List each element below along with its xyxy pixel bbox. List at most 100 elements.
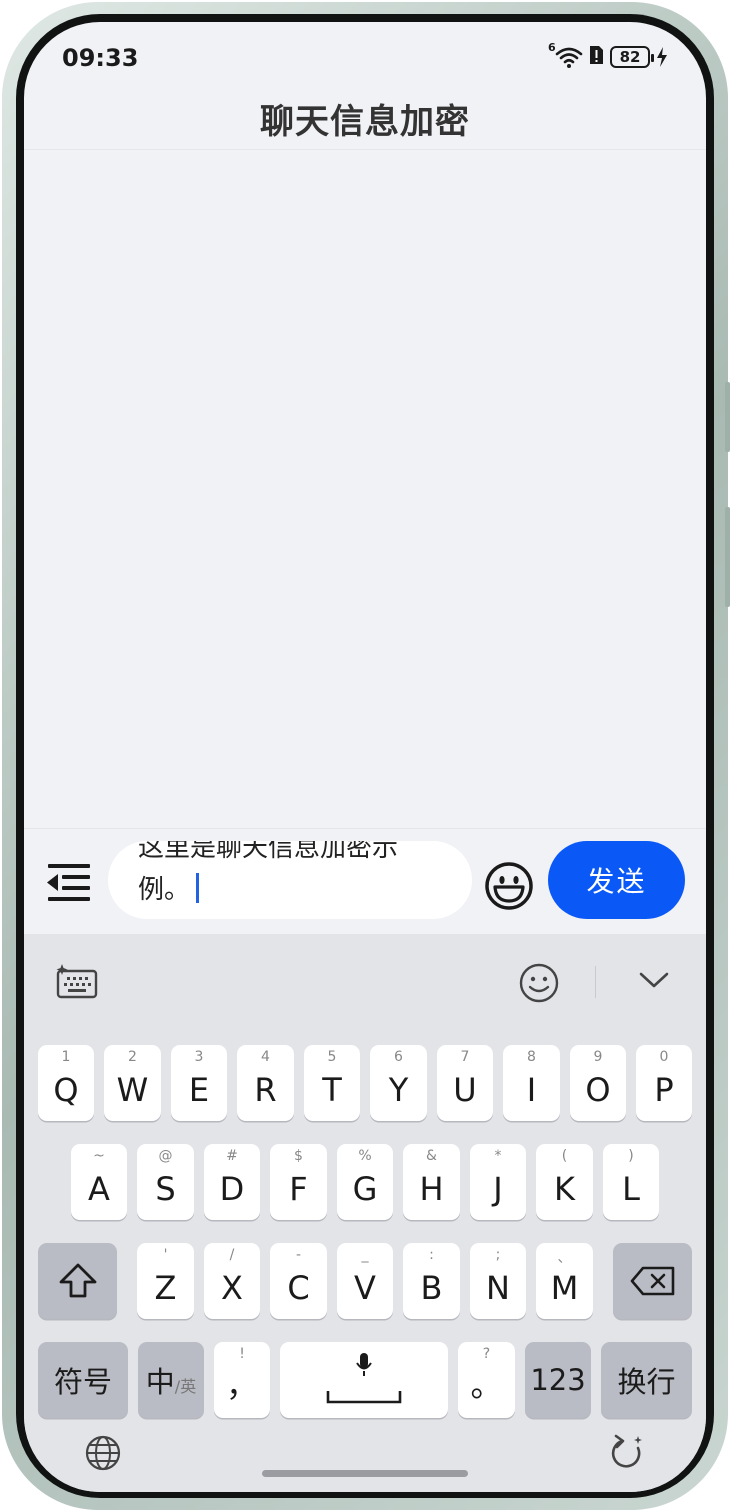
key-t[interactable]: 5T	[304, 1045, 360, 1121]
status-icons: 6 82	[548, 41, 668, 70]
comma-key[interactable]: ! ，	[214, 1342, 270, 1418]
key-label: T	[322, 1071, 342, 1109]
shift-key[interactable]	[38, 1243, 117, 1319]
keyboard: 1Q 2W 3E 4R 5T 6Y 7U 8I 9O 0P ~ A @ S # D $…	[24, 934, 706, 1492]
key-b[interactable]: :B	[403, 1243, 460, 1319]
space-bar-icon	[326, 1391, 402, 1404]
menu-collapse-icon[interactable]	[44, 861, 92, 905]
key-sub-label: *	[494, 1148, 502, 1164]
key-j[interactable]: * J	[470, 1144, 526, 1220]
chevron-down-icon[interactable]	[636, 968, 672, 992]
key-sub-label: 5	[327, 1049, 337, 1065]
home-indicator[interactable]	[262, 1470, 468, 1477]
key-label: U	[453, 1071, 477, 1109]
key-a[interactable]: ~ A	[71, 1144, 127, 1220]
keyboard-bottom-bar	[24, 1422, 706, 1492]
shift-arrow-icon	[59, 1263, 97, 1298]
status-time: 09:33	[62, 44, 139, 72]
key-p[interactable]: 0P	[636, 1045, 692, 1121]
key-sub-label: ~	[93, 1148, 105, 1164]
key-label: Z	[154, 1269, 177, 1307]
key-label: J	[493, 1170, 503, 1208]
key-s[interactable]: @ S	[137, 1144, 194, 1220]
key-label: E	[188, 1071, 210, 1109]
key-y[interactable]: 6Y	[370, 1045, 427, 1121]
key-sub-label: 6	[394, 1049, 403, 1065]
globe-icon[interactable]	[84, 1434, 122, 1472]
key-w[interactable]: 2W	[104, 1045, 161, 1121]
key-sub-label: _	[361, 1247, 369, 1263]
key-label: D	[219, 1170, 245, 1208]
key-c[interactable]: -C	[270, 1243, 327, 1319]
ai-keyboard-icon[interactable]	[54, 962, 100, 1000]
numbers-key[interactable]: 123	[525, 1342, 591, 1418]
screen: 09:33 6 82 聊天信息加密 这里是聊天信息加密示 例。 发送 1 Q 2…	[24, 22, 706, 1492]
key-label: Q	[53, 1071, 79, 1109]
enter-key[interactable]: 换行	[601, 1342, 692, 1418]
enter-key-label: 换行	[617, 1365, 676, 1399]
key-sub-label: 1	[61, 1049, 71, 1065]
power-button	[725, 507, 730, 607]
key-e[interactable]: 3E	[171, 1045, 227, 1121]
input-text-line2-content: 例。	[138, 875, 191, 905]
key-sub-label: $	[294, 1148, 303, 1164]
key-label: N	[486, 1269, 510, 1307]
key-i[interactable]: 8I	[503, 1045, 560, 1121]
key-z[interactable]: ' Z	[137, 1243, 194, 1319]
emoji-icon[interactable]	[484, 861, 534, 911]
key-sub-label: 3	[194, 1049, 204, 1065]
key-l[interactable]: ) L	[603, 1144, 659, 1220]
key-sub-label: 9	[593, 1049, 603, 1065]
key-h[interactable]: & H	[403, 1144, 460, 1220]
key-label: X	[221, 1269, 243, 1307]
key-sub-label: %	[358, 1148, 372, 1164]
key-n[interactable]: ; N	[470, 1243, 526, 1319]
key-q[interactable]: 1Q	[38, 1045, 94, 1121]
key-r[interactable]: 4R	[237, 1045, 294, 1121]
key-label: P	[654, 1071, 674, 1109]
language-switch-key[interactable]: 中/英	[138, 1342, 204, 1418]
key-x[interactable]: / X	[204, 1243, 260, 1319]
language-main-label: 中	[145, 1365, 175, 1399]
key-g[interactable]: % G	[337, 1144, 393, 1220]
input-bar: 这里是聊天信息加密示 例。 发送	[24, 828, 706, 935]
key-m[interactable]: 、 M	[536, 1243, 593, 1319]
numbers-key-label: 123	[530, 1363, 586, 1397]
refresh-icon[interactable]	[608, 1434, 646, 1472]
key-sub-label: &	[426, 1148, 437, 1164]
input-text-line2: 例。	[138, 869, 200, 906]
key-label: C	[287, 1269, 310, 1307]
key-label: M	[550, 1269, 579, 1307]
space-key[interactable]	[280, 1342, 448, 1418]
key-sub-label: :	[429, 1247, 434, 1263]
key-v[interactable]: _ V	[337, 1243, 393, 1319]
key-d[interactable]: # D	[204, 1144, 260, 1220]
key-label: L	[622, 1170, 640, 1208]
key-label: H	[419, 1170, 444, 1208]
keyboard-emoji-icon[interactable]	[518, 962, 560, 1004]
key-label: R	[254, 1071, 277, 1109]
symbols-key-label: 符号	[53, 1365, 112, 1399]
key-label: Y	[388, 1071, 409, 1109]
key-label: 。	[470, 1366, 503, 1404]
key-label: V	[354, 1269, 376, 1307]
key-label: ，	[225, 1366, 258, 1404]
key-k[interactable]: (K	[536, 1144, 593, 1220]
message-list[interactable]	[24, 150, 706, 828]
key-o[interactable]: 9O	[570, 1045, 626, 1121]
backspace-key[interactable]	[613, 1243, 692, 1319]
key-f[interactable]: $ F	[270, 1144, 327, 1220]
symbols-key[interactable]: 符号	[38, 1342, 128, 1418]
send-button[interactable]: 发送	[548, 841, 685, 919]
key-label: G	[352, 1170, 378, 1208]
key-label: A	[88, 1170, 110, 1208]
text-caret	[196, 872, 200, 903]
message-input[interactable]: 这里是聊天信息加密示 例。	[108, 841, 472, 919]
key-label: K	[554, 1170, 575, 1208]
microphone-icon	[356, 1353, 372, 1376]
backspace-icon	[630, 1266, 675, 1296]
key-u[interactable]: 7U	[437, 1045, 493, 1121]
key-label: S	[155, 1170, 176, 1208]
period-key[interactable]: ? 。	[458, 1342, 515, 1418]
phone-frame: 09:33 6 82 聊天信息加密 这里是聊天信息加密示 例。 发送 1 Q 2…	[2, 2, 730, 1510]
